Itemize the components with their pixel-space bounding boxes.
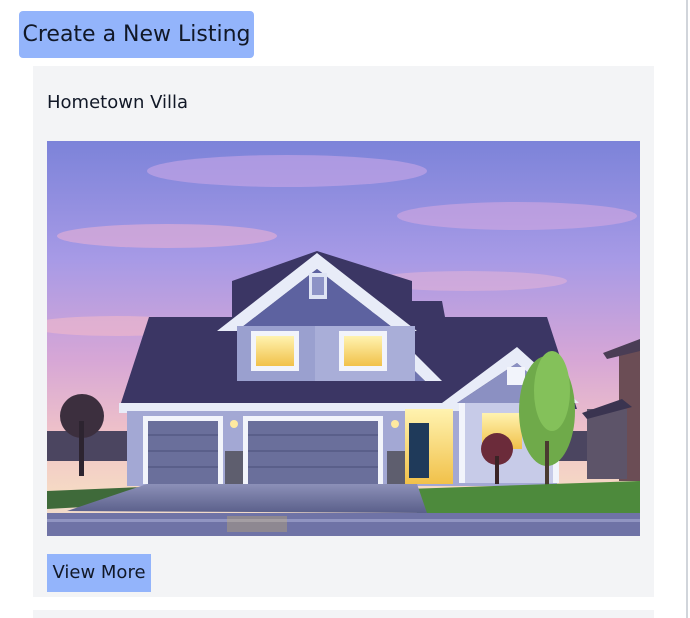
create-listing-button[interactable]: Create a New Listing	[19, 11, 254, 58]
view-more-button[interactable]: View More	[47, 554, 151, 592]
scrollbar-edge	[686, 0, 688, 618]
listing-title: Hometown Villa	[47, 92, 189, 113]
listings-page: Create a New Listing Hometown Villa View…	[0, 0, 690, 618]
listing-card: Hometown Villa View More	[33, 66, 654, 597]
listing-photo	[47, 141, 640, 536]
next-listing-card	[33, 610, 654, 618]
